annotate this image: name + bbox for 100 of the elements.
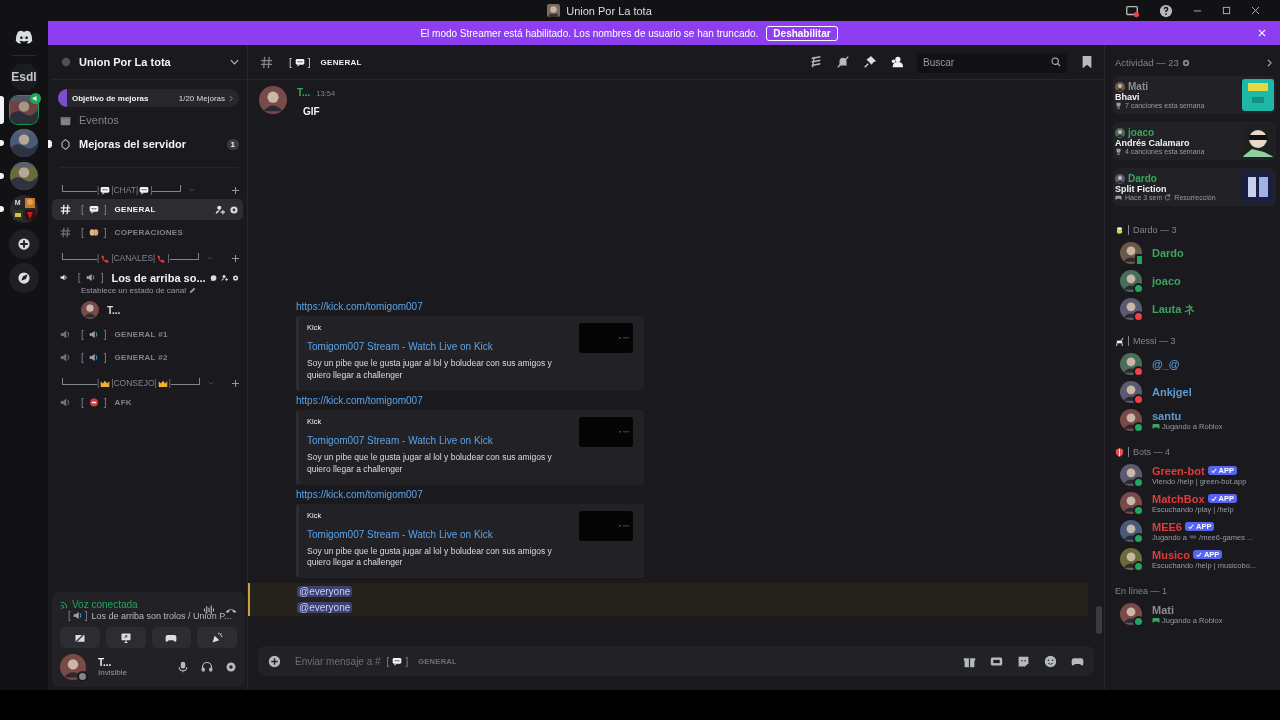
channel-bracket: ]: [103, 227, 107, 238]
member-item[interactable]: Lauta ネ: [1115, 296, 1272, 322]
calendar-icon: [60, 114, 71, 126]
maximize-icon[interactable]: [1222, 6, 1231, 15]
close-icon[interactable]: [1251, 6, 1260, 15]
chevron-right-icon[interactable]: [1267, 58, 1272, 67]
sticker-icon[interactable]: [1017, 654, 1030, 668]
mention-pill[interactable]: @everyone: [297, 602, 353, 614]
member-item[interactable]: @_@: [1115, 351, 1272, 377]
headphones-icon[interactable]: [201, 661, 213, 673]
muted-bell-icon[interactable]: [836, 55, 850, 69]
add-channel-icon[interactable]: [232, 186, 239, 194]
category-name[interactable]: |CONSEJO|: [111, 378, 157, 388]
search-field[interactable]: Buscar: [917, 52, 1067, 73]
member-item[interactable]: Dardo: [1115, 240, 1272, 266]
camera-off-button[interactable]: [60, 627, 100, 648]
channel-bracket: [: [81, 352, 84, 363]
server-name[interactable]: Union Por La tota: [79, 56, 222, 68]
share-screen-button[interactable]: [105, 627, 146, 648]
channel-item[interactable]: [ ] GENERAL: [52, 199, 243, 220]
invite-icon[interactable]: [220, 272, 228, 283]
member-item[interactable]: joaco: [1115, 268, 1272, 294]
soundboard-button[interactable]: [197, 627, 237, 648]
author-name[interactable]: T...: [297, 87, 311, 98]
voice-member-name[interactable]: T...: [107, 304, 121, 316]
member-name: Ankjgel: [1152, 386, 1192, 398]
hands-icon: [88, 228, 99, 237]
channel-bracket: [: [81, 329, 84, 340]
settings-icon[interactable]: [231, 272, 239, 283]
hash-icon: [60, 227, 71, 238]
help-icon[interactable]: [1159, 3, 1173, 18]
activity-button[interactable]: [151, 627, 192, 648]
member-name: joaco: [1152, 275, 1181, 287]
speaker-icon: [60, 272, 68, 283]
shield-icon: [1115, 447, 1124, 457]
member-item[interactable]: Ankjgel: [1115, 379, 1272, 405]
server-icon[interactable]: Esdl: [10, 63, 38, 91]
message-link[interactable]: https://kick.com/tomigom007: [296, 301, 1104, 312]
add-channel-icon[interactable]: [232, 254, 239, 262]
channel-bracket: ]: [405, 655, 409, 667]
category-separator: |: [97, 378, 100, 388]
embed-title[interactable]: Tomigom007 Stream - Watch Live on Kick: [307, 434, 563, 446]
screen-share-icon[interactable]: [1125, 3, 1139, 18]
inbox-icon[interactable]: [1080, 55, 1094, 69]
embed-title[interactable]: Tomigom007 Stream - Watch Live on Kick: [307, 528, 563, 540]
nav-item[interactable]: Eventos: [79, 114, 247, 126]
channel-item[interactable]: [ ] GENERAL #1: [52, 324, 243, 345]
settings-icon[interactable]: [225, 661, 237, 673]
channel-bracket: ]: [103, 352, 107, 363]
boost-gem-icon: [60, 138, 71, 150]
add-attachment-icon[interactable]: [268, 654, 281, 668]
pencil-icon[interactable]: [188, 287, 196, 294]
discord-logo-icon[interactable]: [15, 30, 33, 44]
gif-icon[interactable]: [990, 654, 1003, 668]
channel-status[interactable]: Establece un estado de canal: [81, 286, 186, 295]
channel-bracket: ]: [84, 610, 88, 621]
channel-item[interactable]: [ ] COPERACIONES: [52, 222, 243, 243]
chevron-down-icon[interactable]: [230, 59, 239, 65]
channel-bracket: ]: [103, 329, 107, 340]
disable-button[interactable]: Deshabilitar: [766, 25, 838, 41]
emoji-icon[interactable]: [1044, 654, 1057, 668]
microphone-icon[interactable]: [177, 661, 189, 673]
embed-title[interactable]: Tomigom007 Stream - Watch Live on Kick: [307, 341, 563, 352]
threads-icon[interactable]: [809, 55, 823, 69]
members-icon[interactable]: [890, 55, 904, 69]
add-server-icon[interactable]: [9, 229, 39, 259]
gamepad-icon: [1152, 616, 1160, 624]
member-group-title: Dardo — 3: [1133, 225, 1177, 235]
member-group-title: En línea — 1: [1115, 586, 1168, 596]
voice-channel-link[interactable]: Los de arriba son trolos / Union P...: [91, 610, 232, 621]
refresh-icon: [1164, 194, 1172, 201]
chat-bubble-icon[interactable]: [209, 272, 217, 283]
phone-icon: [156, 253, 167, 263]
compass-icon[interactable]: [9, 263, 39, 293]
channel-bracket: [: [386, 655, 390, 667]
scrollbar[interactable]: [1096, 606, 1102, 634]
channel-item[interactable]: [ ] AFK: [52, 392, 243, 413]
category-line: [169, 252, 199, 260]
pin-icon[interactable]: [863, 55, 877, 69]
boost-goal-bar[interactable]: Objetivo de mejoras 1/20 Mejoras: [58, 89, 239, 107]
channel-item[interactable]: [ ] Los de arriba so...: [52, 267, 243, 288]
invite-icon[interactable]: [215, 204, 225, 215]
nav-item[interactable]: Mejoras del servidor: [79, 138, 219, 150]
server-badge-icon: [61, 57, 71, 67]
add-channel-icon[interactable]: [232, 379, 239, 387]
member-name: santu: [1152, 409, 1182, 422]
category-name[interactable]: |CHAT|: [111, 185, 139, 195]
member-name: Green-bot: [1152, 464, 1205, 477]
channel-item[interactable]: [ ] GENERAL #2: [52, 347, 243, 368]
member-name: MatchBox: [1152, 492, 1205, 505]
signal-icon: [60, 600, 69, 609]
mention-pill[interactable]: @everyone: [297, 586, 353, 598]
category-name[interactable]: |CANALES|: [111, 253, 156, 263]
voice-status: Voz conectada: [72, 599, 138, 610]
category-line: [62, 184, 97, 192]
message-link[interactable]: https://kick.com/tomigom007: [296, 488, 1104, 500]
boost-count: 1/20 Mejoras: [178, 93, 225, 103]
message-link[interactable]: https://kick.com/tomigom007: [296, 394, 1104, 406]
speech-bubble-icon: [100, 185, 111, 195]
settings-icon[interactable]: [229, 204, 239, 215]
